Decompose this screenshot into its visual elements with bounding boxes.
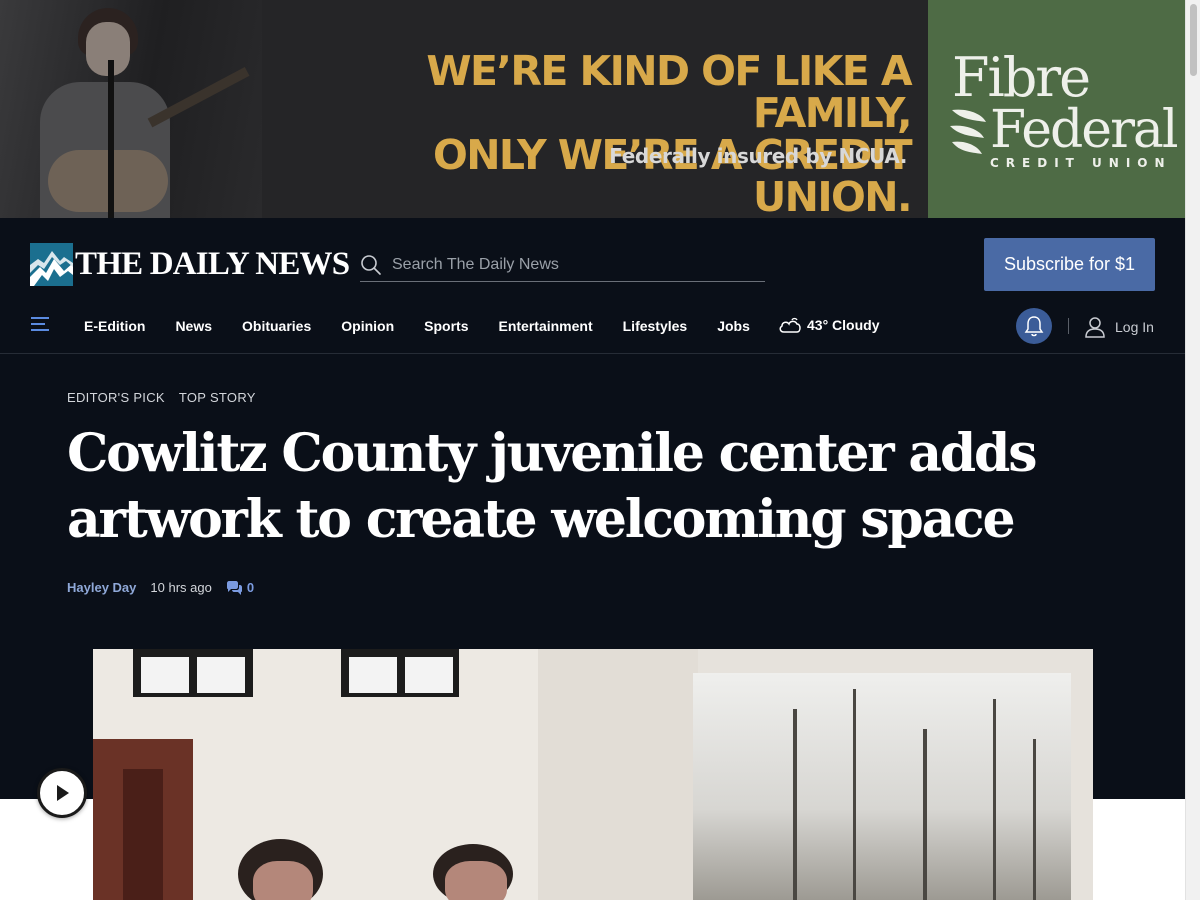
nav-item-lifestyles[interactable]: Lifestyles — [623, 318, 688, 334]
tag-top-story[interactable]: TOP STORY — [179, 390, 256, 405]
nav-item-entertainment[interactable]: Entertainment — [499, 318, 593, 334]
search-bar[interactable] — [360, 250, 765, 282]
nav-item-e-edition[interactable]: E-Edition — [84, 318, 145, 334]
menu-icon[interactable] — [31, 316, 49, 332]
site-logo[interactable]: THE DAILY NEWS — [30, 243, 350, 286]
ad-logo-credit-union: CREDIT UNION — [990, 156, 1172, 170]
ad-banner[interactable]: WE’RE KIND OF LIKE A FAMILY, ONLY WE’RE … — [0, 0, 1185, 218]
leaf-icon — [950, 109, 986, 154]
audio-play-button[interactable] — [37, 768, 87, 818]
nav-menu: E-Edition News Obituaries Opinion Sports… — [84, 318, 780, 334]
article-lead-photo[interactable] — [93, 649, 1093, 900]
article-tags: EDITOR'S PICK TOP STORY — [67, 390, 270, 405]
article-byline: Hayley Day 10 hrs ago 0 — [67, 580, 254, 595]
tag-editors-pick[interactable]: EDITOR'S PICK — [67, 390, 165, 405]
ad-headline: WE’RE KIND OF LIKE A FAMILY, ONLY WE’RE … — [426, 47, 912, 218]
user-icon — [1085, 317, 1105, 338]
search-icon[interactable] — [360, 254, 382, 276]
login-link[interactable]: Log In — [1084, 316, 1154, 338]
site-logo-text: THE DAILY NEWS — [75, 246, 350, 282]
article-headline: Cowlitz County juvenile center adds artw… — [67, 423, 1037, 550]
nav-item-jobs[interactable]: Jobs — [717, 318, 750, 334]
notifications-button[interactable] — [1016, 308, 1052, 344]
cloud-sun-icon — [779, 317, 801, 333]
comment-count: 0 — [246, 580, 255, 595]
main-nav: E-Edition News Obituaries Opinion Sports… — [0, 306, 1185, 354]
subscribe-button[interactable]: Subscribe for $1 — [984, 238, 1155, 291]
author-link[interactable]: Hayley Day — [67, 580, 136, 595]
page-scrollbar[interactable] — [1185, 0, 1200, 900]
bell-icon — [1024, 316, 1044, 337]
ad-photo-guitarist — [0, 0, 262, 218]
mountain-logo-icon — [30, 243, 73, 286]
weather-widget[interactable]: 43° Cloudy — [778, 316, 880, 334]
ad-logo-fibre: Fibre — [952, 46, 1091, 109]
scrollbar-thumb[interactable] — [1190, 4, 1197, 76]
search-input[interactable] — [392, 252, 762, 278]
nav-divider — [1068, 318, 1069, 334]
comments-link[interactable]: 0 — [226, 580, 254, 595]
comments-icon — [226, 580, 242, 595]
nav-item-opinion[interactable]: Opinion — [341, 318, 394, 334]
nav-item-obituaries[interactable]: Obituaries — [242, 318, 311, 334]
ad-logo-federal: Federal — [990, 100, 1179, 160]
login-label: Log In — [1115, 319, 1154, 335]
ad-subline: Federally insured by NCUA. — [609, 144, 907, 168]
nav-item-news[interactable]: News — [175, 318, 212, 334]
nav-item-sports[interactable]: Sports — [424, 318, 468, 334]
weather-text: 43° Cloudy — [807, 317, 880, 333]
article-timestamp: 10 hrs ago — [150, 580, 212, 595]
play-icon — [57, 785, 69, 801]
